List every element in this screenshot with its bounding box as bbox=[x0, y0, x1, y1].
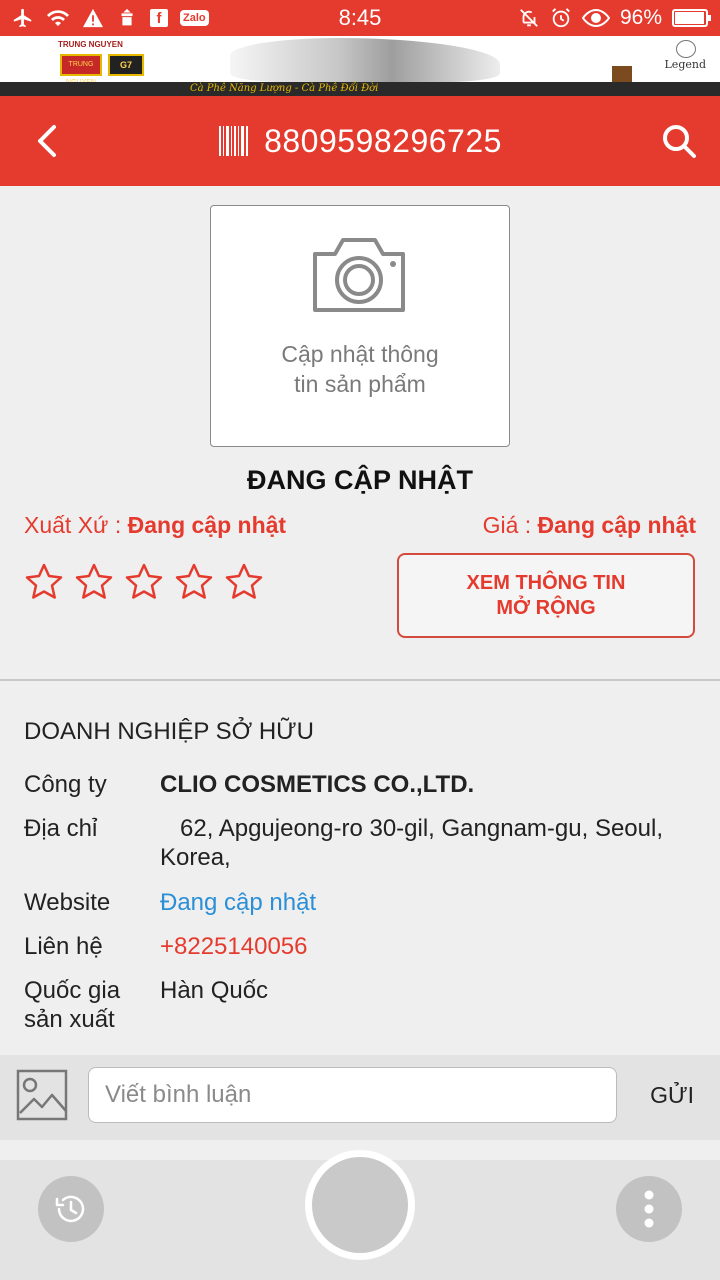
battery-icon bbox=[672, 9, 711, 27]
company-row: Công ty CLIO COSMETICS CO.,LTD. bbox=[24, 770, 696, 799]
company-label: Công ty bbox=[24, 771, 107, 798]
website-label: Website bbox=[24, 889, 111, 916]
more-info-line-2: MỞ RỘNG bbox=[496, 596, 596, 619]
image-placeholder-text: Cập nhật thông tin sản phẩm bbox=[211, 339, 509, 399]
star-icon[interactable] bbox=[224, 562, 264, 602]
origin-value: Đang cập nhật bbox=[127, 512, 287, 538]
price-row: Giá : Đang cập nhật bbox=[483, 512, 696, 539]
facebook-icon: f bbox=[150, 9, 168, 27]
content-peek bbox=[0, 1132, 720, 1144]
address-row: Địa chỉ 62, Apgujeong-ro 30-gil, Gangnam… bbox=[24, 814, 696, 872]
menu-button[interactable] bbox=[616, 1176, 682, 1242]
website-link[interactable]: Đang cập nhật bbox=[160, 888, 696, 917]
country-label: Quốc gia sản xuất bbox=[24, 976, 160, 1034]
banner-tagline: Cà Phê Năng Lượng - Cà Phê Đổi Đời bbox=[190, 83, 379, 94]
origin-label: Xuất Xứ : bbox=[24, 512, 122, 538]
price-value: Đang cập nhật bbox=[537, 512, 696, 538]
history-icon bbox=[55, 1195, 85, 1223]
battery-percent: 96% bbox=[619, 6, 662, 29]
send-button[interactable]: GỬI bbox=[650, 1082, 694, 1109]
country-label-line-2: sản xuất bbox=[24, 1006, 115, 1033]
ad-banner[interactable]: TRUNG NGUYEN TRUNG NGUYEN G7 Legend Cà P… bbox=[0, 36, 720, 96]
scan-button[interactable] bbox=[305, 1150, 415, 1260]
temple-icon bbox=[116, 7, 138, 29]
banner-product-2: G7 bbox=[108, 54, 144, 76]
origin-row: Xuất Xứ : Đang cập nhật bbox=[24, 512, 286, 539]
product-name: ĐANG CẬP NHẬT bbox=[246, 465, 473, 495]
country-label-line-1: Quốc gia bbox=[24, 977, 121, 1004]
website-row: Website Đang cập nhật bbox=[24, 888, 696, 917]
zalo-icon: Zalo bbox=[180, 10, 209, 26]
barcode-icon bbox=[219, 126, 249, 156]
more-vertical-icon bbox=[644, 1190, 654, 1228]
status-right-icons: 96% bbox=[518, 6, 711, 30]
warning-icon bbox=[82, 8, 104, 28]
history-button[interactable] bbox=[38, 1176, 104, 1242]
search-icon bbox=[663, 125, 696, 158]
search-button[interactable] bbox=[656, 118, 702, 164]
more-info-button[interactable]: XEM THÔNG TIN MỞ RỘNG bbox=[397, 553, 695, 638]
banner-product-1: TRUNG NGUYEN bbox=[60, 54, 102, 86]
star-icon[interactable] bbox=[174, 562, 214, 602]
comment-input[interactable] bbox=[88, 1067, 617, 1123]
barcode-title: 8809598296725 bbox=[0, 96, 720, 186]
company-value: CLIO COSMETICS CO.,LTD. bbox=[160, 771, 475, 798]
battery-fill bbox=[675, 12, 704, 24]
image-placeholder-line-1: Cập nhật thông bbox=[281, 341, 439, 367]
image-attach-icon[interactable] bbox=[16, 1069, 68, 1121]
status-left-icons: f Zalo bbox=[12, 7, 209, 29]
rating-stars[interactable] bbox=[24, 562, 264, 602]
comment-bar: GỬI bbox=[0, 1055, 720, 1140]
country-row: Quốc gia sản xuất Hàn Quốc bbox=[24, 976, 696, 1034]
status-bar: f Zalo 8:45 96% bbox=[0, 0, 720, 36]
banner-legend: Legend bbox=[664, 58, 707, 71]
airplane-icon bbox=[12, 7, 34, 29]
star-icon[interactable] bbox=[24, 562, 64, 602]
banner-brand: TRUNG NGUYEN bbox=[58, 40, 123, 49]
owner-section-title: DOANH NGHIỆP SỞ HỮU bbox=[24, 718, 315, 745]
contact-phone-link[interactable]: +8225140056 bbox=[160, 932, 696, 961]
section-divider bbox=[0, 679, 720, 681]
star-icon[interactable] bbox=[74, 562, 114, 602]
wifi-icon bbox=[46, 8, 70, 28]
bottom-nav bbox=[0, 1150, 720, 1280]
product-image-card[interactable]: Cập nhật thông tin sản phẩm bbox=[210, 205, 510, 447]
eye-icon bbox=[581, 8, 610, 28]
alarm-icon bbox=[550, 7, 572, 29]
camera-icon bbox=[313, 238, 405, 312]
more-info-line-1: XEM THÔNG TIN bbox=[466, 571, 626, 594]
legend-logo bbox=[676, 40, 696, 58]
contact-row: Liên hệ +8225140056 bbox=[24, 932, 696, 961]
barcode-number: 8809598296725 bbox=[264, 122, 502, 159]
scan-button-inner bbox=[312, 1157, 408, 1253]
address-value: 62, Apgujeong-ro 30-gil, Gangnam-gu, Seo… bbox=[160, 815, 663, 871]
contact-label: Liên hệ bbox=[24, 933, 103, 960]
address-label: Địa chỉ bbox=[24, 815, 98, 842]
price-label: Giá : bbox=[482, 512, 532, 538]
app-bar: 8809598296725 bbox=[0, 96, 720, 186]
star-icon[interactable] bbox=[124, 562, 164, 602]
banner-artwork bbox=[230, 38, 500, 82]
country-value: Hàn Quốc bbox=[160, 977, 269, 1004]
image-placeholder-line-2: tin sản phẩm bbox=[294, 371, 426, 397]
bell-off-icon bbox=[518, 7, 540, 29]
